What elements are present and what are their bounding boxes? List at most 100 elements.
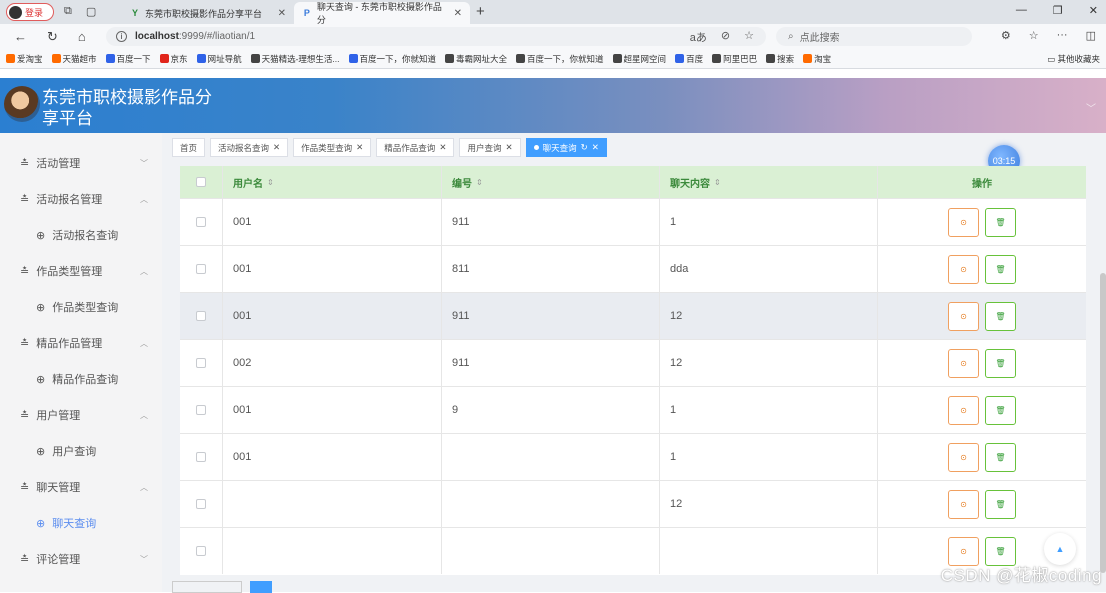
- bookmark-item[interactable]: 百度一下，你就知道: [349, 53, 437, 65]
- sort-icon[interactable]: ⇕: [267, 178, 274, 187]
- profile-button[interactable]: 登录: [6, 3, 54, 21]
- sidebar-menu[interactable]: ≛聊天管理︿: [0, 469, 162, 505]
- delete-button[interactable]: 🗑: [985, 208, 1016, 237]
- sidebar-menu[interactable]: ≛用户管理︿: [0, 397, 162, 433]
- close-icon[interactable]: ✕: [273, 142, 280, 153]
- tag-item[interactable]: 首页: [172, 138, 205, 157]
- bookmark-item[interactable]: 百度: [675, 53, 703, 65]
- detail-button[interactable]: ⊙: [948, 396, 979, 425]
- table-row[interactable]: 00191⊙🗑: [180, 386, 1086, 433]
- sidebar-toggle-icon[interactable]: ◫: [1086, 29, 1096, 42]
- favorite-star-icon[interactable]: ☆: [744, 29, 754, 45]
- extension-icon[interactable]: ⊘: [721, 29, 730, 45]
- browser-tab-2-active[interactable]: P 聊天查询 - 东莞市职校摄影作品分 ✕: [294, 2, 470, 24]
- column-header-content[interactable]: 聊天内容⇕: [660, 166, 878, 198]
- site-info-icon[interactable]: i: [116, 31, 127, 42]
- bookmark-item[interactable]: 百度一下: [106, 53, 151, 65]
- page-size-select[interactable]: [172, 581, 242, 593]
- bookmark-item[interactable]: 天猫精选-理想生活...: [251, 53, 340, 65]
- delete-button[interactable]: 🗑: [985, 490, 1016, 519]
- browser-tab-1[interactable]: Y 东莞市职校摄影作品分享平台 ✕: [122, 2, 294, 24]
- delete-button[interactable]: 🗑: [985, 349, 1016, 378]
- table-row[interactable]: 0019111⊙🗑: [180, 198, 1086, 245]
- workspaces-icon[interactable]: ⧉: [64, 5, 72, 18]
- select-all-checkbox[interactable]: [196, 177, 206, 187]
- delete-button[interactable]: 🗑: [985, 255, 1016, 284]
- home-icon[interactable]: ⌂: [78, 29, 86, 45]
- bookmark-item[interactable]: 百度一下，你就知道: [516, 53, 604, 65]
- page-current[interactable]: [250, 581, 272, 593]
- close-icon[interactable]: ✕: [592, 142, 599, 153]
- delete-button[interactable]: 🗑: [985, 396, 1016, 425]
- table-row[interactable]: 001811dda⊙🗑: [180, 245, 1086, 292]
- sort-icon[interactable]: ⇕: [476, 178, 483, 187]
- table-row[interactable]: 12⊙🗑: [180, 480, 1086, 527]
- back-icon[interactable]: ←: [14, 29, 27, 45]
- tag-active[interactable]: 聊天查询↻✕: [526, 138, 607, 157]
- column-header-number[interactable]: 编号⇕: [442, 166, 660, 198]
- sidebar-menu[interactable]: ≛评论管理﹀: [0, 541, 162, 577]
- column-header-username[interactable]: 用户名⇕: [223, 166, 442, 198]
- sidebar-menu[interactable]: ≛活动报名管理︿: [0, 181, 162, 217]
- tab-actions-icon[interactable]: ▢: [86, 5, 96, 18]
- tag-item[interactable]: 作品类型查询✕: [293, 138, 371, 157]
- sidebar-menu[interactable]: ≛精品作品管理︿: [0, 325, 162, 361]
- search-input[interactable]: ⌕ 点此搜索: [776, 27, 972, 46]
- bookmark-item[interactable]: 毒霸网址大全: [445, 53, 507, 65]
- tag-item[interactable]: 活动报名查询✕: [210, 138, 288, 157]
- row-checkbox[interactable]: [196, 452, 206, 462]
- detail-button[interactable]: ⊙: [948, 349, 979, 378]
- close-icon[interactable]: ✕: [439, 142, 446, 153]
- other-bookmarks-folder[interactable]: ▭ 其他收藏夹: [1047, 53, 1100, 65]
- restore-icon[interactable]: ❐: [1053, 4, 1063, 17]
- bookmark-item[interactable]: 阿里巴巴: [712, 53, 757, 65]
- chevron-down-icon[interactable]: ﹀: [1086, 100, 1096, 115]
- close-tab-icon[interactable]: ✕: [454, 8, 462, 19]
- sort-icon[interactable]: ⇕: [714, 178, 721, 187]
- refresh-icon[interactable]: ↻: [581, 142, 588, 153]
- row-checkbox[interactable]: [196, 217, 206, 227]
- table-row[interactable]: 00191112⊙🗑: [180, 292, 1086, 339]
- close-tab-icon[interactable]: ✕: [278, 8, 286, 19]
- favorites-icon[interactable]: ☆: [1029, 29, 1039, 42]
- table-row[interactable]: 0011⊙🗑: [180, 433, 1086, 480]
- scrollbar-thumb[interactable]: [1100, 273, 1106, 573]
- bookmark-item[interactable]: 爱淘宝: [6, 53, 43, 65]
- row-checkbox[interactable]: [196, 358, 206, 368]
- more-menu-icon[interactable]: ···: [1057, 29, 1068, 42]
- tag-item[interactable]: 用户查询✕: [459, 138, 520, 157]
- row-checkbox[interactable]: [196, 405, 206, 415]
- bookmark-item[interactable]: 搜索: [766, 53, 794, 65]
- extensions-icon[interactable]: ⚙: [1001, 29, 1011, 42]
- sidebar-subitem[interactable]: ⊕聊天查询: [0, 505, 162, 541]
- sidebar-subitem[interactable]: ⊕用户查询: [0, 433, 162, 469]
- sidebar-menu[interactable]: ≛作品类型管理︿: [0, 253, 162, 289]
- detail-button[interactable]: ⊙: [948, 490, 979, 519]
- bookmark-item[interactable]: 超星网空间: [613, 53, 667, 65]
- close-icon[interactable]: ✕: [356, 142, 363, 153]
- tag-item[interactable]: 精品作品查询✕: [376, 138, 454, 157]
- row-checkbox[interactable]: [196, 311, 206, 321]
- table-row[interactable]: 00291112⊙🗑: [180, 339, 1086, 386]
- refresh-icon[interactable]: ↻: [47, 29, 58, 45]
- sidebar-subitem[interactable]: ⊕作品类型查询: [0, 289, 162, 325]
- new-tab-icon[interactable]: +: [476, 3, 485, 20]
- sidebar-menu[interactable]: ≛活动管理﹀: [0, 145, 162, 181]
- bookmark-item[interactable]: 淘宝: [803, 53, 831, 65]
- bookmark-item[interactable]: 天猫超市: [52, 53, 97, 65]
- bookmark-item[interactable]: 京东: [160, 53, 188, 65]
- detail-button[interactable]: ⊙: [948, 208, 979, 237]
- detail-button[interactable]: ⊙: [948, 443, 979, 472]
- bookmark-item[interactable]: 网址导航: [197, 53, 242, 65]
- detail-button[interactable]: ⊙: [948, 255, 979, 284]
- url-field[interactable]: i localhost:9999/#/liaotian/1 aあ ⊘ ☆: [106, 27, 766, 46]
- minimize-icon[interactable]: —: [1016, 4, 1027, 17]
- close-window-icon[interactable]: ✕: [1089, 4, 1098, 17]
- detail-button[interactable]: ⊙: [948, 302, 979, 331]
- row-checkbox[interactable]: [196, 264, 206, 274]
- sidebar-subitem[interactable]: ⊕活动报名查询: [0, 217, 162, 253]
- delete-button[interactable]: 🗑: [985, 302, 1016, 331]
- sidebar-subitem[interactable]: ⊕精品作品查询: [0, 361, 162, 397]
- row-checkbox[interactable]: [196, 499, 206, 509]
- delete-button[interactable]: 🗑: [985, 443, 1016, 472]
